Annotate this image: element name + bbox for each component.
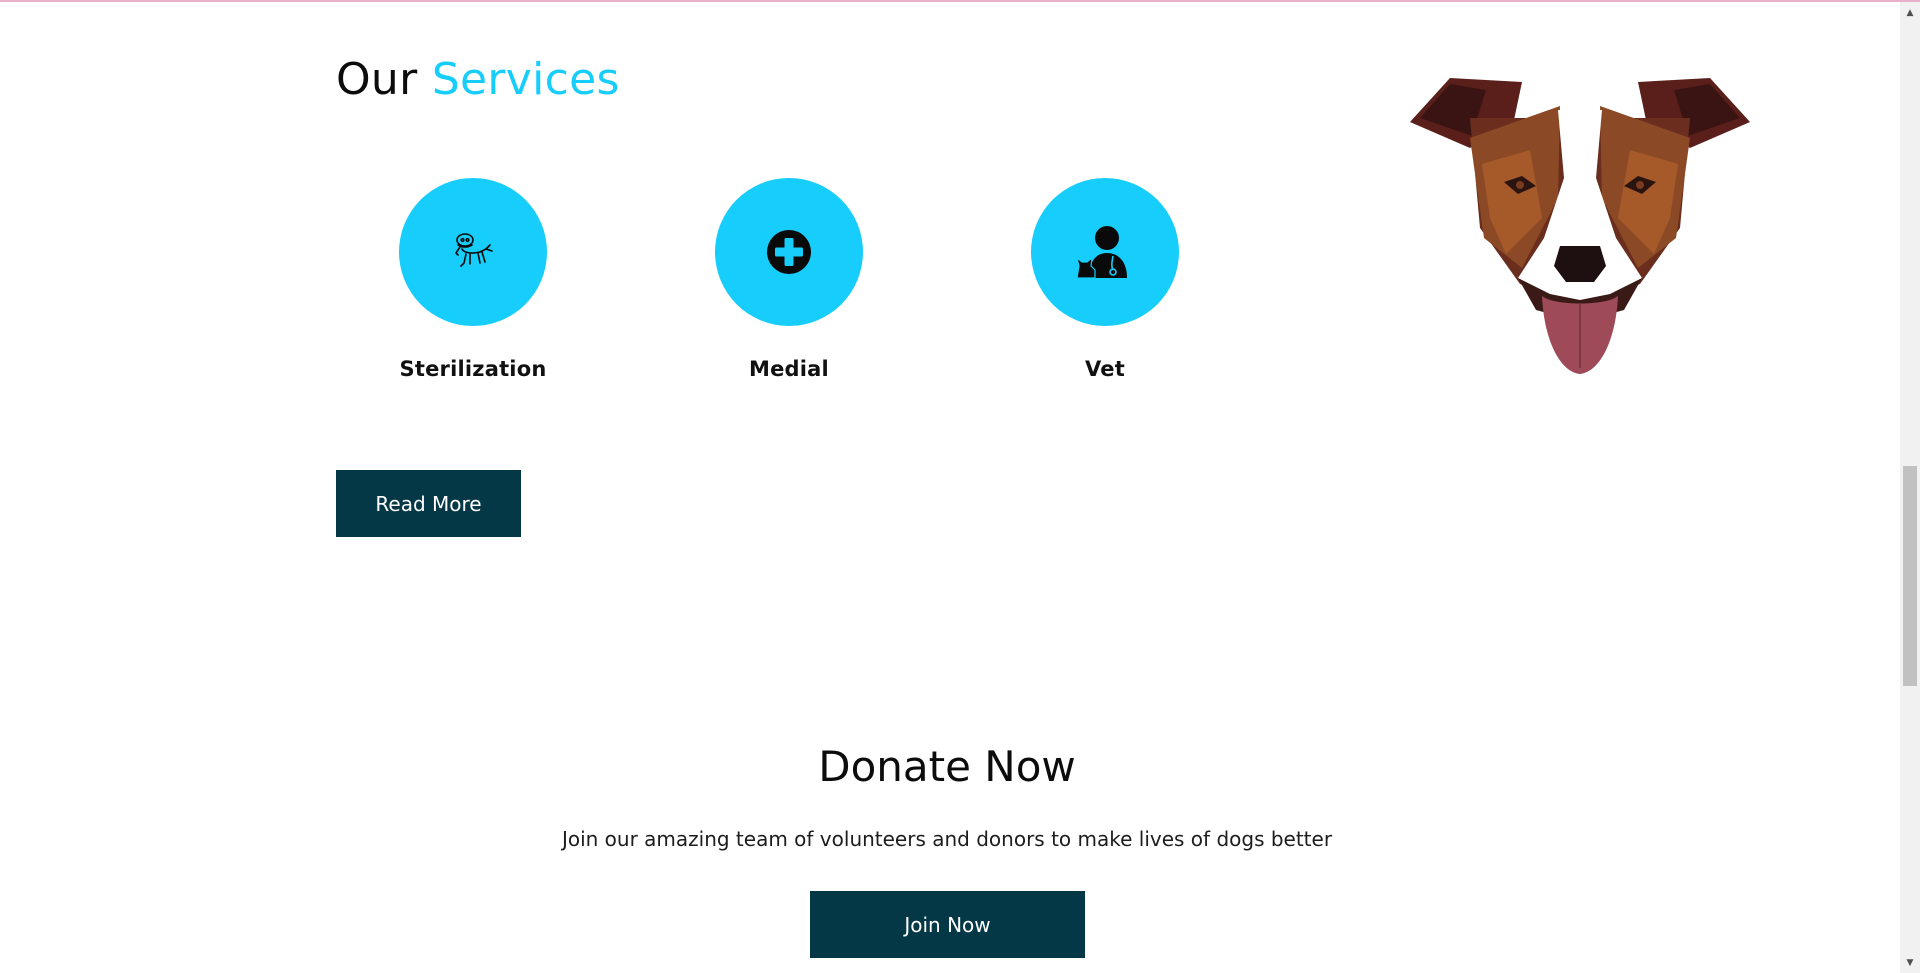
join-now-button[interactable]: Join Now [810, 891, 1085, 958]
medical-cross-icon [767, 230, 811, 274]
service-label: Sterilization [399, 357, 547, 381]
service-circle [1031, 178, 1179, 326]
scroll-down-arrow-icon[interactable]: ▼ [1900, 954, 1920, 971]
scrollbar-thumb[interactable] [1903, 466, 1917, 686]
page-content: Our Services Sterilization Medial Vet Re… [0, 2, 1900, 973]
dog-face-illustration [1410, 78, 1750, 374]
donate-description: Join our amazing team of volunteers and … [561, 827, 1333, 851]
dog-cone-icon [455, 233, 493, 267]
service-item-vet: Vet [985, 178, 1225, 381]
service-circle [399, 178, 547, 326]
read-more-button[interactable]: Read More [336, 470, 521, 537]
services-heading: Our Services [336, 52, 620, 108]
donate-heading: Donate Now [818, 742, 1076, 791]
veterinarian-icon [1075, 226, 1127, 279]
vertical-scrollbar[interactable]: ▲ ▼ [1900, 2, 1920, 973]
service-item-medial: Medial [669, 178, 909, 381]
services-heading-plain: Our [336, 54, 418, 105]
service-item-sterilization: Sterilization [353, 178, 593, 381]
service-label: Vet [1085, 357, 1125, 381]
scroll-up-arrow-icon[interactable]: ▲ [1900, 4, 1920, 21]
services-heading-accent: Services [431, 54, 620, 105]
service-circle [715, 178, 863, 326]
service-label: Medial [749, 357, 829, 381]
